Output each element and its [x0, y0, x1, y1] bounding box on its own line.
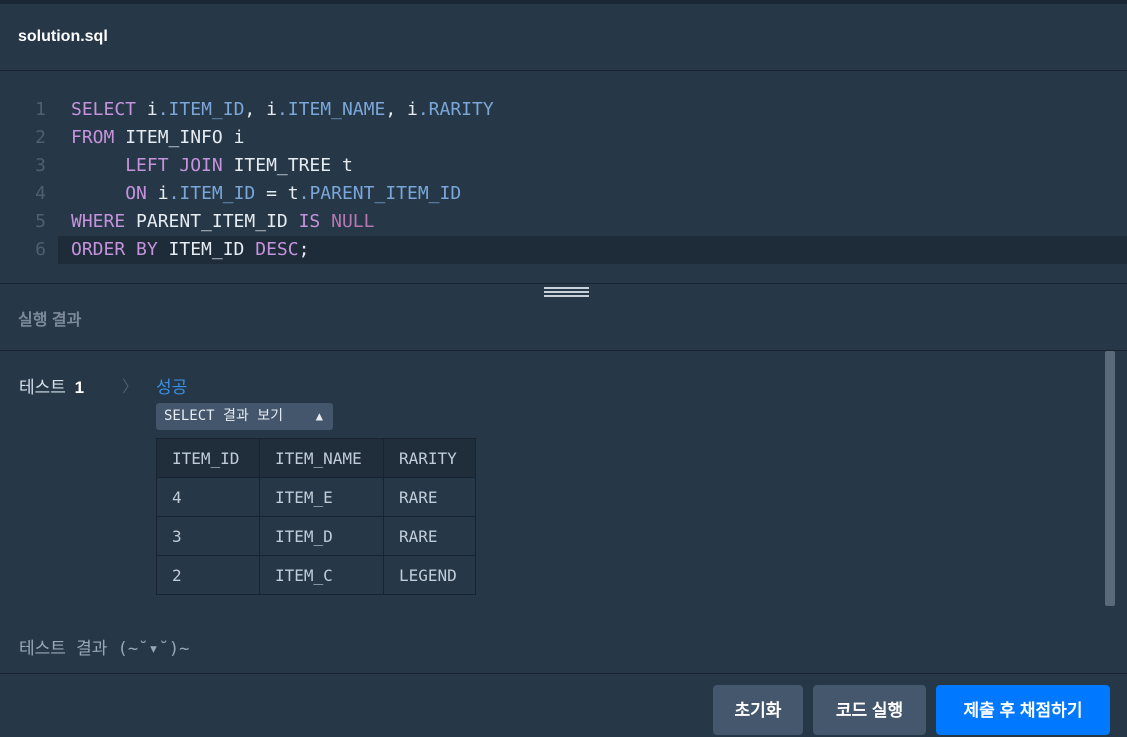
code-text[interactable]: WHERE PARENT_ITEM_ID IS NULL — [71, 208, 374, 236]
code-token: NULL — [331, 211, 375, 232]
test-summary: 테스트 결과 (~˘▾˘)~ — [19, 639, 190, 659]
code-line[interactable]: 2 FROM ITEM_INFO i — [0, 124, 1127, 152]
code-token: ORDER BY — [71, 239, 158, 260]
code-line[interactable]: 3 LEFT JOIN ITEM_TREE t — [0, 152, 1127, 180]
table-row: 4 ITEM_E RARE — [156, 477, 476, 517]
file-title: solution.sql — [18, 28, 108, 45]
code-token: i — [146, 183, 169, 204]
line-number: 5 — [35, 211, 46, 232]
table-header-cell: RARITY — [383, 438, 476, 478]
code-token: .RARITY — [417, 99, 494, 120]
test-status: 성공 — [156, 378, 188, 397]
code-token: ; — [298, 239, 310, 260]
result-title: 실행 결과 — [18, 312, 82, 329]
results-panel: 테스트 1 〉 성공 SELECT 결과 보기 ▲ ITEM_ID ITEM_N… — [0, 351, 1127, 673]
table-header-cell: ITEM_ID — [156, 438, 260, 478]
code-text[interactable]: ORDER BY ITEM_ID DESC; — [71, 236, 309, 264]
table-cell: 2 — [156, 555, 260, 595]
table-row: 2 ITEM_C LEGEND — [156, 555, 476, 595]
results-scrollbar[interactable] — [1105, 351, 1115, 606]
code-editor[interactable]: 1 SELECT i.ITEM_ID, i.ITEM_NAME, i.RARITY… — [0, 71, 1127, 283]
table-cell: RARE — [383, 516, 476, 556]
line-number: 2 — [35, 127, 46, 148]
select-result-toggle[interactable]: SELECT 결과 보기 ▲ — [156, 403, 333, 430]
code-line[interactable]: 5 WHERE PARENT_ITEM_ID IS NULL — [0, 208, 1127, 236]
table-cell: 3 — [156, 516, 260, 556]
table-cell: ITEM_E — [259, 477, 384, 517]
code-line[interactable]: 1 SELECT i.ITEM_ID, i.ITEM_NAME, i.RARITY — [0, 96, 1127, 124]
table-header-cell: ITEM_NAME — [259, 438, 384, 478]
code-token: DESC — [255, 239, 299, 260]
result-table: ITEM_ID ITEM_NAME RARITY 4 ITEM_E RARE 3… — [156, 438, 476, 595]
code-token: SELECT — [71, 99, 137, 120]
table-cell: LEGEND — [383, 555, 476, 595]
code-token: IS — [298, 211, 321, 232]
code-text[interactable]: ON i.ITEM_ID = t.PARENT_ITEM_ID — [71, 180, 461, 208]
code-token: LEFT JOIN — [125, 155, 223, 176]
test-label-text: 테스트 — [19, 378, 66, 397]
code-text[interactable]: SELECT i.ITEM_ID, i.ITEM_NAME, i.RARITY — [71, 96, 494, 124]
code-token: , i — [244, 99, 277, 120]
code-token: i — [136, 99, 158, 120]
test-case-label: 테스트 1 — [19, 373, 84, 398]
chevron-right-icon: 〉 — [122, 379, 139, 396]
table-cell: 4 — [156, 477, 260, 517]
table-cell: ITEM_D — [259, 516, 384, 556]
reset-button[interactable]: 초기화 — [713, 685, 803, 735]
chevron-up-icon: ▲ — [315, 409, 323, 423]
code-token: .PARENT_ITEM_ID — [298, 183, 462, 204]
submit-button[interactable]: 제출 후 채점하기 — [936, 685, 1110, 735]
code-token: ITEM_TREE t — [222, 155, 353, 176]
line-number: 6 — [35, 239, 46, 260]
table-cell: ITEM_C — [259, 555, 384, 595]
line-number: 3 — [35, 155, 46, 176]
code-token: , i — [385, 99, 418, 120]
select-toggle-label: SELECT 결과 보기 — [164, 408, 283, 424]
code-token: .ITEM_ID — [168, 183, 256, 204]
code-token: ON — [125, 183, 147, 204]
code-token: FROM — [71, 127, 115, 148]
code-line[interactable]: 4 ON i.ITEM_ID = t.PARENT_ITEM_ID — [0, 180, 1127, 208]
test-number: 1 — [74, 378, 85, 397]
line-number: 1 — [35, 99, 46, 120]
table-header-row: ITEM_ID ITEM_NAME RARITY — [156, 438, 476, 478]
code-text[interactable]: LEFT JOIN ITEM_TREE t — [71, 152, 353, 180]
code-token: ITEM_INFO i — [114, 127, 245, 148]
code-token: WHERE — [71, 211, 126, 232]
line-number: 4 — [35, 183, 46, 204]
code-text[interactable]: FROM ITEM_INFO i — [71, 124, 244, 152]
code-token: PARENT_ITEM_ID — [125, 211, 299, 232]
run-code-button[interactable]: 코드 실행 — [813, 685, 926, 735]
code-token: .ITEM_ID — [157, 99, 245, 120]
code-line[interactable]: 6 ORDER BY ITEM_ID DESC; — [35, 236, 1127, 264]
footer-toolbar: 초기화 코드 실행 제출 후 채점하기 — [0, 673, 1127, 737]
code-token: .ITEM_NAME — [276, 99, 386, 120]
file-header: solution.sql — [0, 4, 1127, 71]
result-header: 실행 결과 — [0, 284, 1127, 351]
code-token: = t — [255, 183, 299, 204]
code-token: ITEM_ID — [157, 239, 256, 260]
table-row: 3 ITEM_D RARE — [156, 516, 476, 556]
table-cell: RARE — [383, 477, 476, 517]
